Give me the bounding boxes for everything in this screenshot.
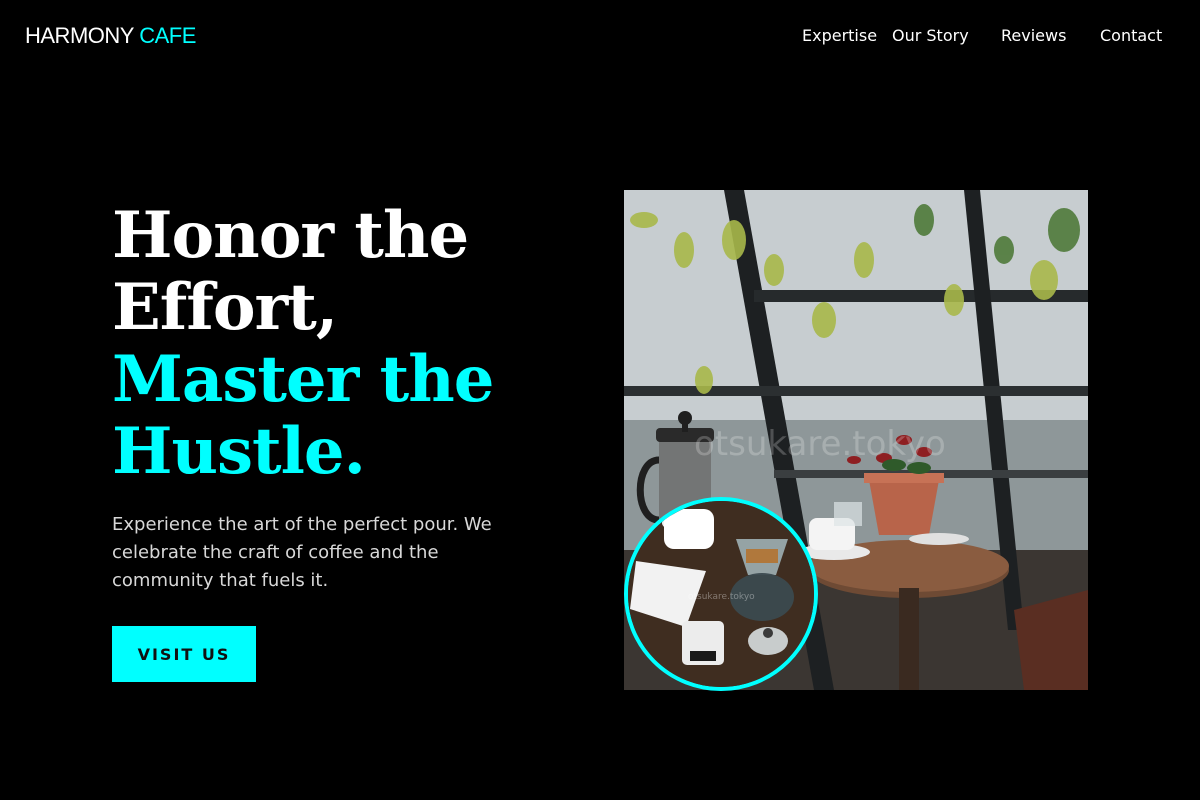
landing-page: HARMONY CAFE Expertise Our Story Reviews… bbox=[0, 0, 1200, 800]
headline-accent-line-1: Master the bbox=[112, 342, 494, 417]
hero-headline: Honor the Effort, Master the Hustle. bbox=[112, 198, 494, 489]
nav-link-reviews[interactable]: Reviews bbox=[1001, 26, 1066, 46]
nav-link-expertise[interactable]: Expertise bbox=[802, 26, 877, 46]
nav-link-contact[interactable]: Contact bbox=[1100, 26, 1162, 46]
main-photo-watermark: otsukare.tokyo bbox=[694, 424, 946, 464]
nav-link-our-story[interactable]: Our Story bbox=[892, 26, 969, 46]
visit-us-button[interactable]: VISIT US bbox=[112, 626, 256, 682]
main-nav: Expertise Our Story Reviews Contact bbox=[0, 26, 1200, 48]
inset-coffee-photo: otsukare.tokyo bbox=[624, 497, 818, 691]
hero-description: Experience the art of the perfect pour. … bbox=[112, 514, 492, 591]
headline-line-2: Effort, bbox=[112, 270, 338, 345]
headline-line-1: Honor the bbox=[112, 198, 469, 273]
inset-photo-watermark: otsukare.tokyo bbox=[688, 592, 755, 602]
headline-accent-line-2: Hustle. bbox=[112, 414, 366, 489]
